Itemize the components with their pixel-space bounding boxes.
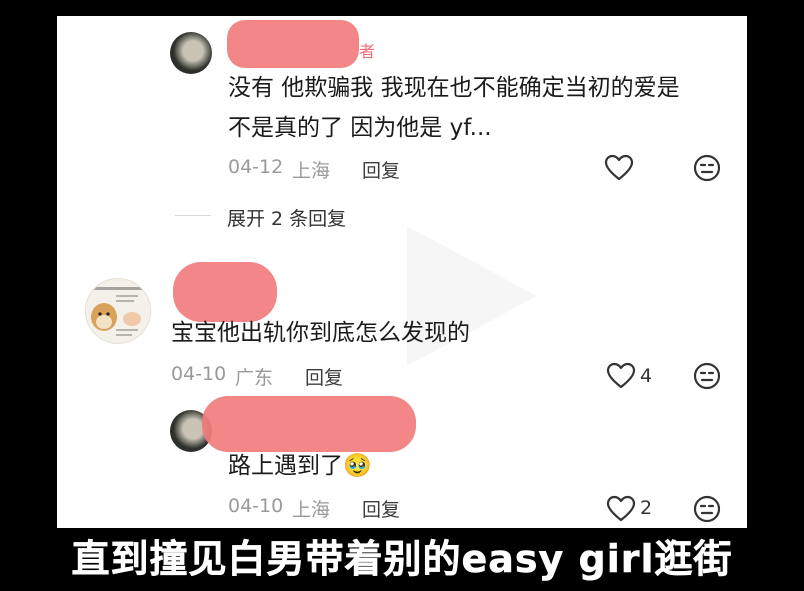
comment-text: 路上遇到了🥹 bbox=[228, 453, 372, 479]
expand-divider bbox=[175, 215, 211, 216]
comment-text: 宝宝他出轨你到底怎么发现的 bbox=[171, 320, 470, 346]
comment-location: 上海 bbox=[292, 160, 331, 182]
expand-replies-button[interactable]: 展开 2 条回复 bbox=[227, 204, 346, 231]
like-count: 4 bbox=[640, 365, 653, 387]
reply-button[interactable]: 回复 bbox=[362, 495, 400, 522]
comment-text-line: 没有 他欺骗我 我现在也不能确定当初的爱是 bbox=[228, 75, 680, 101]
comment-panel: 者 没有 他欺骗我 我现在也不能确定当初的爱是 不是真的了 因为他是 yf...… bbox=[57, 16, 747, 528]
doge-avatar-icon bbox=[91, 287, 144, 336]
reply-button[interactable]: 回复 bbox=[362, 156, 400, 183]
author-tag: 者 bbox=[359, 42, 376, 61]
neutral-face-icon[interactable] bbox=[692, 361, 722, 391]
comment-location: 广东 bbox=[235, 367, 274, 389]
play-icon[interactable] bbox=[387, 216, 547, 376]
neutral-face-icon[interactable] bbox=[692, 153, 722, 183]
like-count: 2 bbox=[640, 497, 653, 519]
comment-date: 04-10 bbox=[228, 495, 284, 517]
heart-outline-icon[interactable] bbox=[606, 495, 636, 523]
redacted-username bbox=[227, 20, 359, 68]
avatar[interactable] bbox=[170, 32, 212, 74]
comment-location: 上海 bbox=[292, 499, 331, 521]
video-caption: 直到撞见白男带着别的easy girl逛街 bbox=[71, 537, 733, 582]
video-frame: 者 没有 他欺骗我 我现在也不能确定当初的爱是 不是真的了 因为他是 yf...… bbox=[0, 0, 804, 591]
comment-text-line: 不是真的了 因为他是 yf... bbox=[228, 115, 492, 141]
avatar[interactable] bbox=[85, 278, 151, 344]
redacted-username bbox=[202, 396, 416, 452]
comment-date: 04-10 bbox=[171, 363, 227, 385]
neutral-face-icon[interactable] bbox=[692, 494, 722, 524]
comment-date: 04-12 bbox=[228, 156, 284, 178]
reply-button[interactable]: 回复 bbox=[305, 363, 343, 390]
redacted-username bbox=[173, 262, 277, 322]
heart-outline-icon[interactable] bbox=[604, 154, 634, 182]
heart-outline-icon[interactable] bbox=[606, 362, 636, 390]
